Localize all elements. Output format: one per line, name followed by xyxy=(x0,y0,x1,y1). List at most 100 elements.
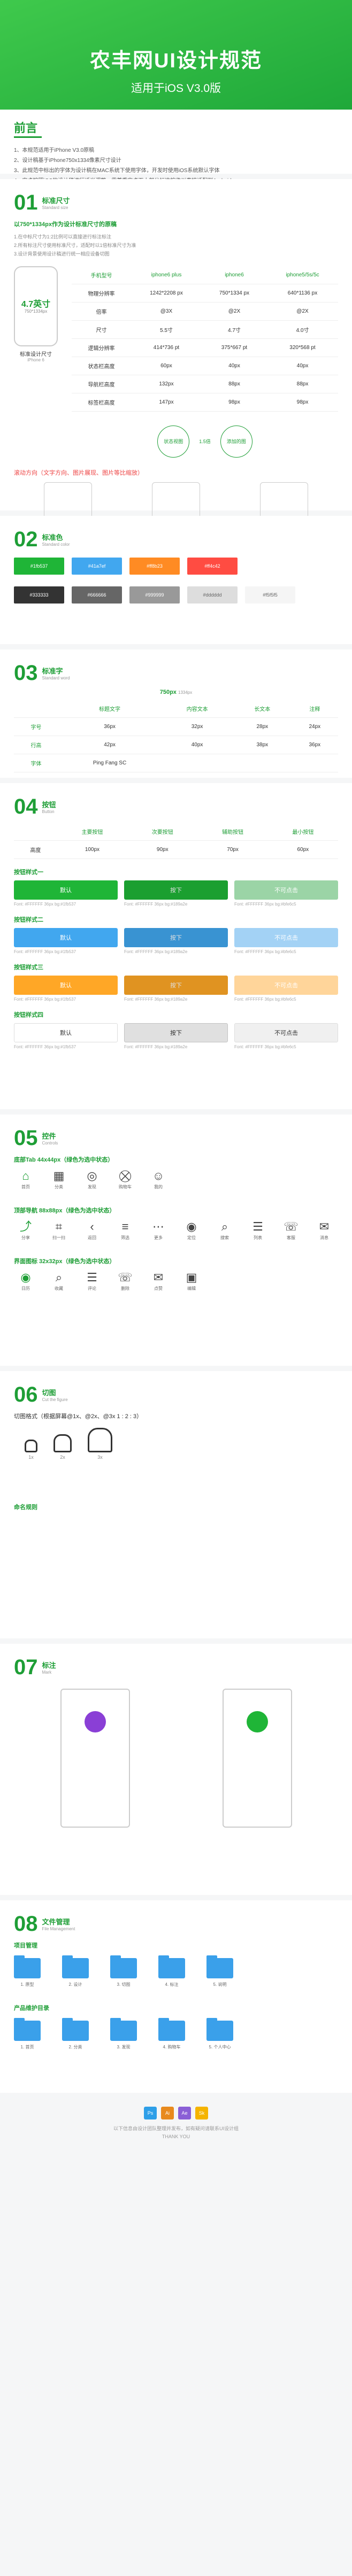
control-icon[interactable]: ✉ 点赞 xyxy=(147,1270,170,1291)
home-icon xyxy=(25,1440,37,1452)
control-icon[interactable]: ⌗ 扫一扫 xyxy=(47,1219,71,1241)
style-button[interactable]: 不可点击 xyxy=(234,880,338,900)
section-font: 03 标准字 Standard word 750px 1334px 标题文字 内容文本… xyxy=(0,649,352,778)
icon-label: 客服 xyxy=(287,1235,295,1240)
section-title: 文件管理 xyxy=(42,1918,70,1926)
control-icon[interactable]: ⌂ 首页 xyxy=(14,1168,37,1190)
control-icon[interactable]: ⌕ 搜索 xyxy=(213,1219,236,1241)
control-icon[interactable]: ☺ 我的 xyxy=(147,1168,170,1190)
section-en: Standard word xyxy=(42,676,70,680)
glyph-icon: ☏ xyxy=(118,1271,133,1284)
section-size: 01 标准尺寸 Standard size 以750*1334px作为设计标准尺寸的… xyxy=(0,179,352,572)
table-cell: 414*736 pt xyxy=(131,338,202,357)
tool-icon: Ae xyxy=(178,2107,191,2119)
folder-label: 1. 首页 xyxy=(20,2045,34,2049)
intro-section: 前言 1、本规范适用于iPhone V3.0原稿 2、设计稿基于iPhone750… xyxy=(0,110,352,184)
icon-label: 定位 xyxy=(187,1235,196,1240)
footer-thanks: THANK YOU xyxy=(162,2134,190,2139)
phone-mock: 4.7英寸 750*1334px 标准设计尺寸 iPhone 6 xyxy=(14,266,58,458)
cut-scale-icons: 1x 2x 3x xyxy=(25,1428,338,1460)
control-icon[interactable]: ☏ 删除 xyxy=(113,1270,137,1291)
control-icon[interactable]: ⛒ 购物车 xyxy=(113,1168,137,1190)
table-cell: 4.0寸 xyxy=(267,320,338,339)
size-note: 2.所有标注尺寸使用标准尺寸，适配时以1倍标准尺寸为准 xyxy=(14,243,136,249)
table-cell: 24px xyxy=(291,717,338,736)
table-row: 导航栏高度 132px 88px 88px xyxy=(72,375,338,393)
icon-label: 发现 xyxy=(88,1185,96,1189)
style-button[interactable]: 默认 xyxy=(14,1023,118,1042)
size-note: 3.设计背景使用设计稿进行统一相应设备切图 xyxy=(14,251,110,257)
button-group-title: 按钮样式一 xyxy=(14,869,43,876)
color-swatch: #41a7ef xyxy=(72,558,122,575)
folder-item: 5. 个人中心 xyxy=(206,2018,233,2050)
table-header: 主要按钮 xyxy=(57,823,128,841)
icon-label: 购物车 xyxy=(119,1185,132,1189)
control-icon[interactable]: ▣ 编辑 xyxy=(180,1270,203,1291)
section-en: Standard size xyxy=(42,205,68,210)
flow-arrow-label: 1.5倍 xyxy=(199,439,211,445)
style-button[interactable]: 默认 xyxy=(14,976,118,995)
control-icon[interactable]: ☰ 列表 xyxy=(246,1219,270,1241)
color-row-neutral: #333333 #666666 #999999 #dddddd #f5f5f5 xyxy=(14,586,338,604)
glyph-icon: ◉ xyxy=(186,1220,197,1233)
control-icon[interactable]: ⌕ 收藏 xyxy=(47,1270,71,1291)
control-icon[interactable]: ‹ 返回 xyxy=(80,1219,104,1241)
size-subtitle: 以750*1334px作为设计标准尺寸的原稿 xyxy=(14,221,117,228)
scale-item: 2x xyxy=(53,1434,72,1460)
style-button[interactable]: 按下 xyxy=(124,976,228,995)
glyph-icon: ⌕ xyxy=(55,1271,63,1284)
project-folders: 1. 原型 2. 设计 3. 切图 4. 标注 5. 说明 xyxy=(14,1955,338,1987)
control-icon[interactable]: ▦ 分类 xyxy=(47,1168,71,1190)
control-icon[interactable]: ◎ 发现 xyxy=(80,1168,104,1190)
button-row: 默认 按下 不可点击 xyxy=(14,880,338,900)
table-cell: 导航栏高度 xyxy=(72,375,131,393)
style-button[interactable]: 默认 xyxy=(14,928,118,947)
control-icon[interactable]: ☰ 评论 xyxy=(80,1270,104,1291)
section-number: 01 xyxy=(14,191,38,214)
control-icon[interactable]: ◉ 日历 xyxy=(14,1270,37,1291)
control-icon[interactable]: ☏ 客服 xyxy=(279,1219,303,1241)
style-button[interactable]: 按下 xyxy=(124,928,228,947)
button-caption: Font: #FFFFFF 36px bg:#189a2e xyxy=(124,902,188,907)
control-icon[interactable]: ✉ 消息 xyxy=(312,1219,336,1241)
button-caption: Font: #FFFFFF 36px bg:#bfe6c5 xyxy=(234,949,296,954)
folder-icon xyxy=(206,1955,233,1978)
control-icon[interactable]: ≡ 筛选 xyxy=(113,1219,137,1241)
folder-icon xyxy=(158,2018,185,2041)
glyph-icon: ◎ xyxy=(87,1169,97,1182)
style-button[interactable]: 不可点击 xyxy=(234,976,338,995)
section-title: 标注 xyxy=(42,1661,56,1669)
table-row: 行高 42px 40px 38px 36px xyxy=(14,736,338,754)
table-row: 逻辑分辨率 414*736 pt 375*667 pt 320*568 pt xyxy=(72,338,338,357)
button-caption: Font: #FFFFFF 36px bg:#bfe6c5 xyxy=(234,902,296,907)
control-icon[interactable]: ⋯ 更多 xyxy=(147,1219,170,1241)
hero-banner: 农丰网UI设计规范 适用于iOS V3.0版 xyxy=(0,0,352,110)
icon-label: 搜索 xyxy=(220,1235,229,1240)
glyph-icon: ☰ xyxy=(87,1271,97,1284)
table-cell: 98px xyxy=(267,393,338,412)
control-icon[interactable]: ⤴ 分享 xyxy=(14,1219,37,1241)
section-number: 07 xyxy=(14,1656,38,1679)
table-cell: 60px xyxy=(267,840,338,859)
size-notes: 1.在中标尺寸为1:2比例可以直接进行标注标注 2.所有标注尺寸使用标准尺寸，适配… xyxy=(14,233,338,259)
style-button[interactable]: 不可点击 xyxy=(234,928,338,947)
glyph-icon: ☏ xyxy=(284,1220,299,1233)
button-group-title: 按钮样式四 xyxy=(14,1012,43,1018)
folder-item: 1. 首页 xyxy=(14,2018,41,2050)
tab-icons: ⌂ 首页 ▦ 分类 ◎ 发现 ⛒ 购物车 ☺ 我的 xyxy=(14,1168,338,1190)
section-title: 按钮 xyxy=(42,801,56,809)
control-icon[interactable]: ◉ 定位 xyxy=(180,1219,203,1241)
style-button[interactable]: 不可点击 xyxy=(234,1023,338,1042)
table-cell: 1242*2208 px xyxy=(131,284,202,303)
table-cell xyxy=(161,754,233,772)
table-cell: 标签栏高度 xyxy=(72,393,131,412)
icon-label: 编辑 xyxy=(187,1286,196,1291)
folder-label: 3. 切图 xyxy=(117,1982,131,1987)
style-button[interactable]: 按下 xyxy=(124,880,228,900)
style-button[interactable]: 按下 xyxy=(124,1023,228,1042)
device-table: 手机型号 iphone6 plus iphone6 iphone5/5s/5c 物理分辨… xyxy=(72,266,338,412)
icon-label: 日历 xyxy=(21,1286,30,1291)
scale-label: 3x xyxy=(97,1455,103,1460)
style-button[interactable]: 默认 xyxy=(14,880,118,900)
table-cell xyxy=(233,754,292,772)
